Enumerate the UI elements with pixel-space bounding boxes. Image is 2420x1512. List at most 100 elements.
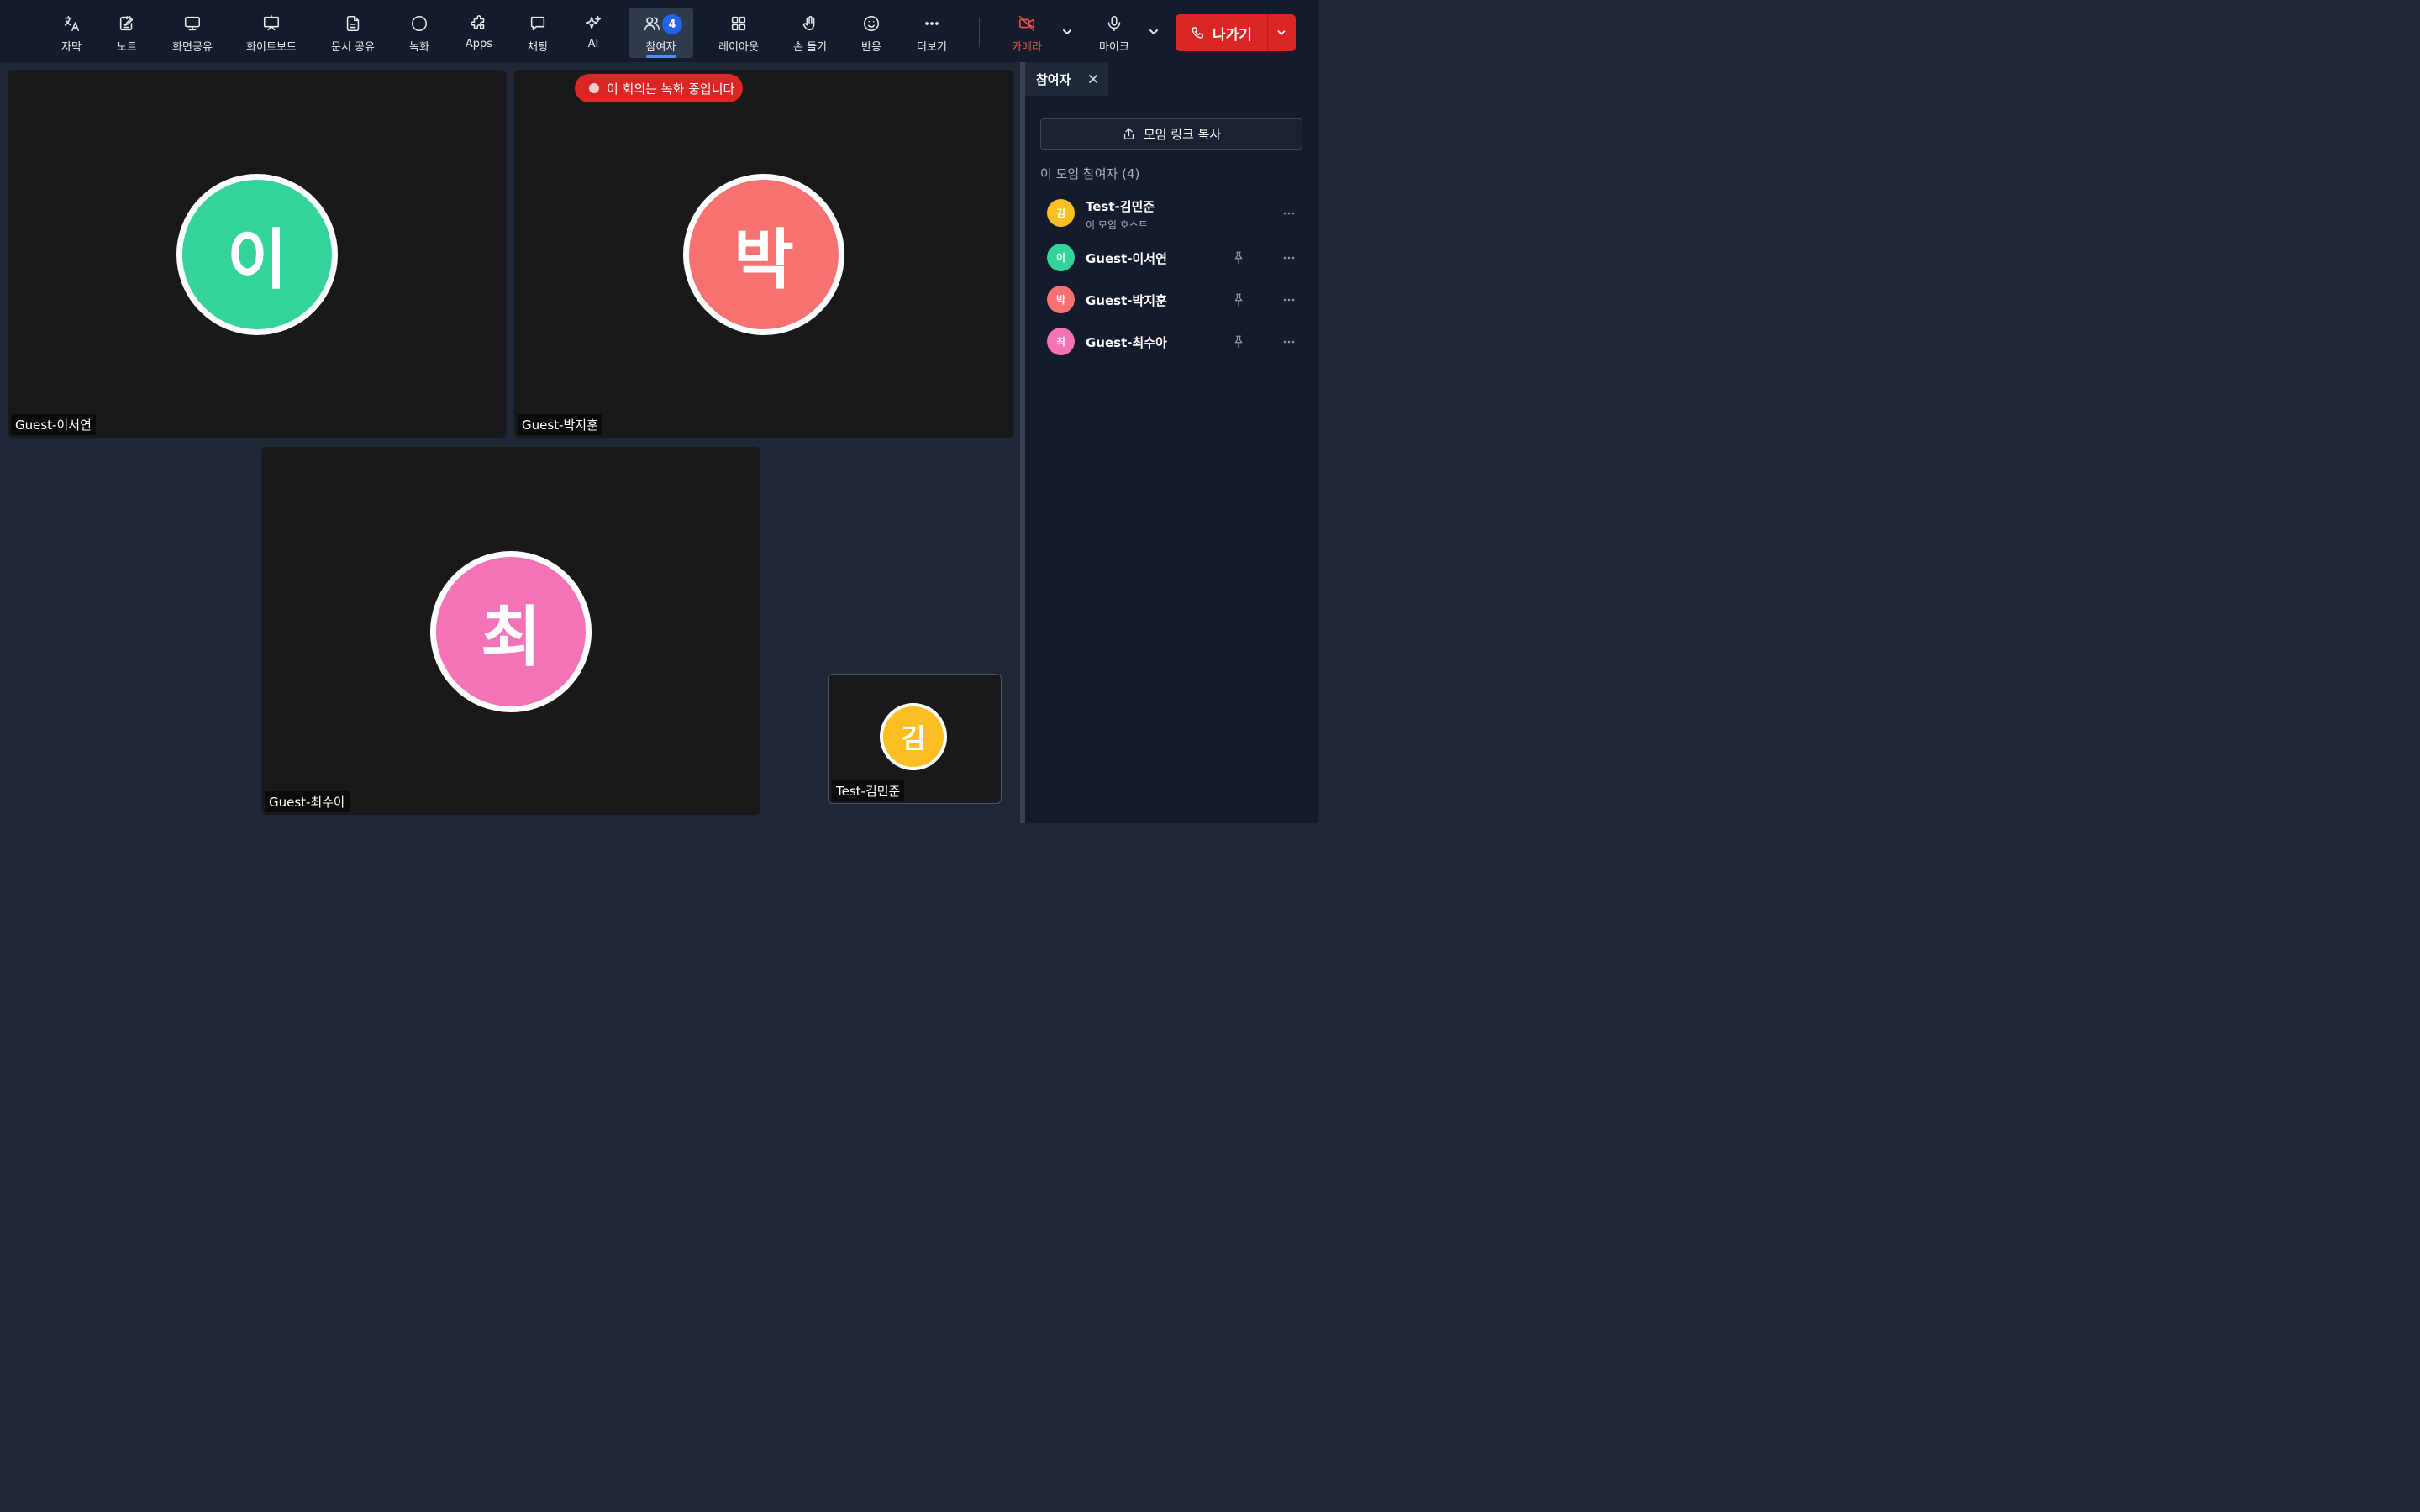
participant-row[interactable]: 김 Test-김민준 이 모임 호스트 <box>1025 192 1318 233</box>
layout-button[interactable]: 레이아웃 <box>713 8 765 58</box>
raise-hand-button[interactable]: 손 들기 <box>787 8 833 58</box>
more-options-icon[interactable] <box>1281 292 1297 307</box>
pin-icon[interactable] <box>1231 334 1246 349</box>
video-tile-leeseoyeon[interactable]: 이 Guest-이서연 <box>8 70 507 438</box>
participant-name-tag: Test-김민준 <box>832 780 905 801</box>
panel-tab-title: 참여자 <box>1036 71 1071 87</box>
participant-initial: 이 <box>1055 252 1066 264</box>
phone-icon <box>1192 27 1203 39</box>
docshare-label: 문서 공유 <box>331 41 375 54</box>
participant-role: 이 모임 호스트 <box>1086 219 1148 231</box>
leave-label: 나가기 <box>1213 26 1252 44</box>
apps-label: Apps <box>465 38 493 50</box>
recording-banner: 이 회의는 녹화 중입니다 <box>575 74 743 102</box>
puzzle-icon <box>469 13 489 34</box>
participant-list-title: 이 모임 참여자 (4) <box>1040 166 1140 181</box>
participant-initial: 박 <box>1055 294 1066 306</box>
more-options-icon[interactable] <box>1281 206 1297 221</box>
docshare-button[interactable]: 문서 공유 <box>326 8 380 58</box>
participant-row[interactable]: 최 Guest-최수아 <box>1025 321 1318 361</box>
avatar: 이 <box>176 174 338 335</box>
participant-initial: 최 <box>1055 336 1066 348</box>
meeting-toolbar: 자막 노트 화면공유 화이트보드 문서 공유 녹화 Apps 채팅 AI 4 참… <box>0 0 1318 62</box>
screenshare-button[interactable]: 화면공유 <box>166 8 218 58</box>
translate-icon <box>61 13 82 34</box>
more-button[interactable]: 더보기 <box>909 8 955 58</box>
reaction-label: 반응 <box>861 41 881 54</box>
reaction-button[interactable]: 반응 <box>852 8 891 58</box>
participant-name: Guest-이서연 <box>1086 251 1167 266</box>
avatar: 박 <box>683 174 844 335</box>
participant-avatar: 김 <box>1047 199 1075 227</box>
caption-button[interactable]: 자막 <box>52 8 91 58</box>
chat-bubble-icon <box>528 13 548 34</box>
tab-participants[interactable]: 참여자 <box>1025 62 1108 96</box>
screenshare-label: 화면공유 <box>172 41 213 54</box>
camera-options-chevron-down-icon[interactable] <box>1060 25 1074 39</box>
copy-link-label: 모임 링크 복사 <box>1143 127 1222 142</box>
grid-layout-icon <box>729 13 749 34</box>
avatar-initial: 박 <box>734 223 794 298</box>
close-icon[interactable] <box>1086 72 1100 86</box>
smile-icon <box>861 13 881 34</box>
notes-button[interactable]: 노트 <box>108 8 146 58</box>
recording-dot-icon <box>589 83 599 93</box>
leave-options-chevron-down-icon[interactable] <box>1268 14 1297 51</box>
participant-name: Guest-최수아 <box>1086 335 1167 350</box>
participants-button[interactable]: 4 참여자 <box>629 8 693 58</box>
more-options-icon[interactable] <box>1281 250 1297 265</box>
participant-avatar: 박 <box>1047 286 1075 313</box>
raise-hand-label: 손 들기 <box>792 41 827 54</box>
participant-count-badge: 4 <box>662 14 682 34</box>
toolbar-divider <box>979 18 980 47</box>
self-view-tile[interactable]: 김 Test-김민준 <box>828 674 1002 804</box>
whiteboard-label: 화이트보드 <box>246 41 297 54</box>
apps-button[interactable]: Apps <box>459 8 499 58</box>
copy-link-button[interactable]: 모임 링크 복사 <box>1040 118 1302 150</box>
leave-button-group: 나가기 <box>1176 14 1296 51</box>
record-button[interactable]: 녹화 <box>400 8 439 58</box>
participant-row[interactable]: 박 Guest-박지훈 <box>1025 279 1318 319</box>
microphone-icon <box>1104 13 1124 34</box>
pin-icon[interactable] <box>1231 292 1246 307</box>
more-options-icon[interactable] <box>1281 334 1297 349</box>
participants-panel: 참여자 모임 링크 복사 이 모임 참여자 (4) 김 Test-김민준 이 모… <box>1025 62 1318 823</box>
participant-name: Test-김민준 <box>1086 199 1155 214</box>
active-tab-indicator <box>645 55 676 58</box>
pin-icon[interactable] <box>1231 250 1246 265</box>
note-edit-icon <box>117 13 137 34</box>
ai-label: AI <box>587 38 599 50</box>
hand-icon <box>800 13 820 34</box>
ai-button[interactable]: AI <box>574 8 613 58</box>
participant-avatar: 최 <box>1047 328 1075 355</box>
participant-avatar: 이 <box>1047 244 1075 271</box>
chat-button[interactable]: 채팅 <box>518 8 557 58</box>
participant-name-tag: Guest-박지훈 <box>518 414 602 435</box>
avatar: 최 <box>430 551 592 712</box>
participant-initial: 김 <box>1055 207 1066 219</box>
mic-button[interactable]: 마이크 <box>1095 8 1134 58</box>
camera-button[interactable]: 카메라 <box>1007 8 1047 58</box>
camera-label: 카메라 <box>1012 41 1042 54</box>
participants-label: 참여자 <box>645 41 676 54</box>
camera-off-icon <box>1017 13 1037 34</box>
participant-row[interactable]: 이 Guest-이서연 <box>1025 237 1318 277</box>
avatar: 김 <box>880 703 947 770</box>
video-tile-parkjihoon[interactable]: 박 Guest-박지훈 <box>514 70 1013 438</box>
participant-name-tag: Guest-이서연 <box>11 414 96 435</box>
notes-label: 노트 <box>117 41 137 54</box>
video-tile-choisua[interactable]: 최 Guest-최수아 <box>261 447 760 815</box>
record-label: 녹화 <box>409 41 429 54</box>
document-icon <box>343 13 363 34</box>
caption-label: 자막 <box>61 41 82 54</box>
participant-name-tag: Guest-최수아 <box>265 791 350 812</box>
whiteboard-button[interactable]: 화이트보드 <box>241 8 302 58</box>
leave-button[interactable]: 나가기 <box>1176 14 1262 51</box>
mic-options-chevron-down-icon[interactable] <box>1147 25 1160 39</box>
layout-label: 레이아웃 <box>718 41 759 54</box>
sparkles-icon <box>583 13 603 34</box>
chat-label: 채팅 <box>528 41 548 54</box>
monitor-icon <box>182 13 203 34</box>
ellipsis-icon <box>922 13 942 34</box>
mic-label: 마이크 <box>1099 41 1129 54</box>
